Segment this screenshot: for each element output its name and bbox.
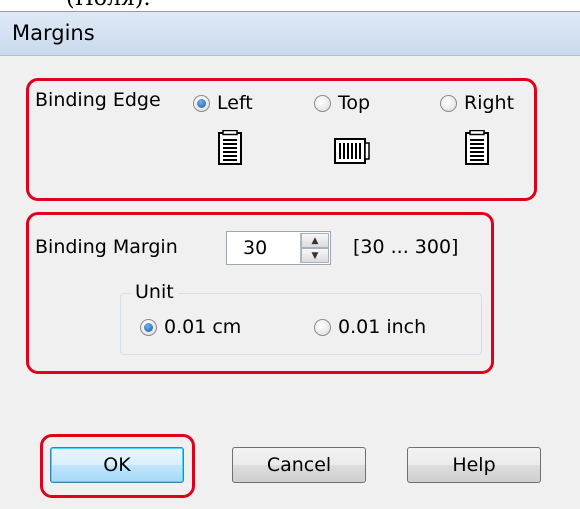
unit-inch-label: 0.01 inch [338,316,427,338]
help-button[interactable]: Help [407,447,541,483]
binding-edge-left-label: Left [217,92,253,114]
binding-edge-top-radio[interactable]: Top [314,92,370,114]
unit-cm-radio[interactable]: 0.01 cm [140,316,241,338]
chevron-down-icon: ▼ [311,250,319,261]
dialog-title: Margins [12,21,95,45]
binding-edge-right-radio[interactable]: Right [440,92,514,114]
binding-edge-right-label: Right [464,92,515,114]
radio-checked-icon [140,318,157,336]
page-top-binding-icon [334,138,370,164]
binding-margin-spinner[interactable]: 30 ▲ ▼ [226,231,331,265]
help-button-label: Help [452,454,496,476]
binding-margin-label: Binding Margin [35,236,178,258]
unit-inch-radio[interactable]: 0.01 inch [314,316,426,338]
chevron-up-icon: ▲ [311,235,319,246]
radio-checked-icon [193,94,210,112]
page-left-binding-icon [218,130,242,165]
ok-button-label: OK [103,454,131,476]
radio-unchecked-icon [440,94,457,112]
cancel-button-label: Cancel [266,454,332,476]
spin-down-button[interactable]: ▼ [301,248,329,263]
unit-legend: Unit [131,281,178,303]
ok-button[interactable]: OK [50,447,184,483]
title-bar[interactable]: Margins [0,12,580,56]
spinner-buttons: ▲ ▼ [300,233,329,263]
margins-dialog: Margins Binding Edge Left Top Right Bind… [0,11,580,509]
page-right-binding-icon [465,130,489,165]
radio-unchecked-icon [314,94,331,112]
cancel-button[interactable]: Cancel [232,447,366,483]
binding-edge-top-label: Top [338,92,371,114]
binding-margin-range: [30 ... 300] [353,236,459,258]
unit-cm-label: 0.01 cm [164,316,242,338]
binding-edge-label: Binding Edge [35,89,161,111]
radio-unchecked-icon [314,318,331,336]
binding-margin-value[interactable]: 30 [243,237,267,259]
binding-edge-left-radio[interactable]: Left [193,92,253,114]
spin-up-button[interactable]: ▲ [301,233,329,248]
page-text-fragment: (Поля). [66,0,150,11]
